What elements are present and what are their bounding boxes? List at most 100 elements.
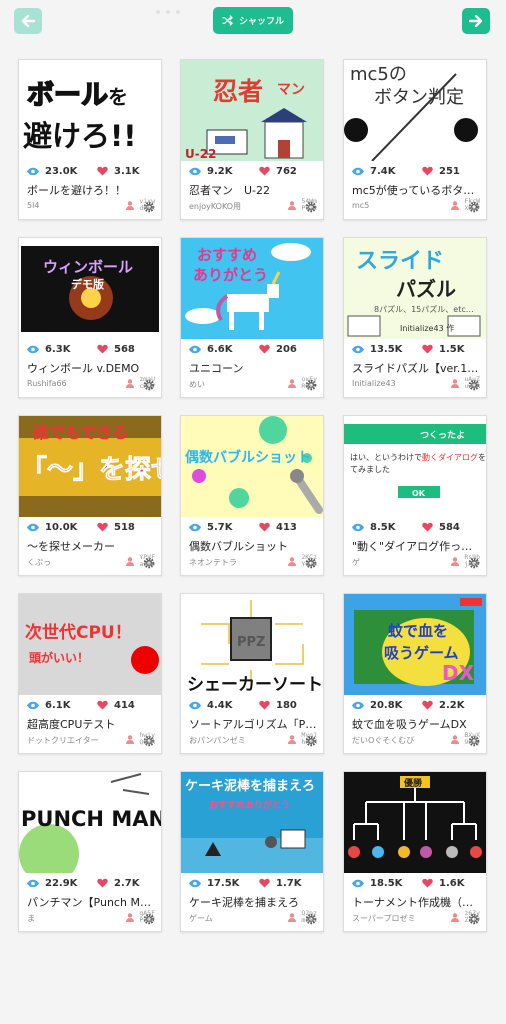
svg-text:シェーカーソート: シェーカーソート [187, 675, 323, 695]
likes-count: 584 [439, 521, 460, 533]
project-card[interactable]: 次世代CPU！ 頭がいい！ 6.1K 414 超高度CPUテスト ドットクリエイタ… [18, 593, 162, 754]
project-card[interactable]: 蚊で血を 吸うゲーム DX 20.8K 2.2K 蚊で血を吸うゲームDX だいOぐ… [343, 593, 487, 754]
next-button[interactable] [462, 8, 490, 34]
project-card[interactable]: おすすめ ありがとう 6.6K 206 ユニコーン めい oxFy RQS- [180, 237, 324, 398]
user-id-line-2: XGw7 [464, 204, 480, 212]
project-thumbnail[interactable]: PUNCH MAN [19, 772, 161, 873]
shuffle-button[interactable]: シャッフル [213, 7, 293, 34]
project-author[interactable]: ネオンテトラ [189, 557, 279, 568]
project-thumbnail[interactable]: 誰でもできる 「〜」を探せ [19, 416, 161, 517]
project-title[interactable]: 超高度CPUテスト [27, 716, 155, 732]
likes-count: 206 [276, 343, 297, 355]
project-stats: 23.0K 3.1K [26, 164, 139, 178]
svg-text:Initialize43 作: Initialize43 作 [400, 323, 454, 333]
user-id: z6Zy Z37Y [451, 910, 480, 924]
project-stats: 6.1K 414 [26, 698, 135, 712]
project-title[interactable]: スライドパズル【ver.1.2】 [352, 360, 480, 376]
project-author[interactable]: めい [189, 379, 279, 390]
user-id: oxFy RQS- [288, 376, 317, 390]
project-title[interactable]: パンチマン【Punch Man】 [27, 894, 155, 910]
project-card[interactable]: スライド パズル 8パズル、15パズル、etc… Initialize43 作 1… [343, 237, 487, 398]
project-thumbnail[interactable]: mc5の ボタン判定 [344, 60, 486, 161]
project-thumbnail[interactable]: つくったよ はい、というわけで動くダイアログを作っ てみました OK [344, 416, 486, 517]
project-card[interactable]: mc5の ボタン判定 7.4K 251 mc5が使っているボタン判定 mc5 F… [343, 59, 487, 220]
project-author[interactable]: くぷっ [27, 557, 117, 568]
project-title[interactable]: ソートアルゴリズム「PPZ」 [189, 716, 317, 732]
project-title[interactable]: トーナメント作成機（β版） [352, 894, 480, 910]
project-author[interactable]: enjoyKOKO用 [189, 201, 279, 212]
svg-text:おすすめ: おすすめ [197, 246, 257, 264]
eye-icon [189, 701, 201, 709]
svg-text:PUNCH MAN: PUNCH MAN [21, 807, 161, 831]
project-author[interactable]: だいOぐそくむび [352, 735, 442, 746]
eye-icon [27, 879, 39, 887]
project-card[interactable]: 偶数バブルショット 5.7K 413 偶数バブルショット ネオンテトラ 2KCz… [180, 415, 324, 576]
project-title[interactable]: ケーキ泥棒を捕まえろ [189, 894, 317, 910]
svg-text:OK: OK [412, 489, 426, 498]
project-thumbnail[interactable]: ボールを 避けろ!! [19, 60, 161, 161]
project-title[interactable]: ウィンボール v.DEMO [27, 360, 155, 376]
project-card[interactable]: つくったよ はい、というわけで動くダイアログを作っ てみました OK 8.5K … [343, 415, 487, 576]
heart-icon [259, 344, 270, 354]
project-card[interactable]: ウィンボール デモ版 6.3K 568 ウィンボール v.DEMO Rushifa… [18, 237, 162, 398]
project-thumbnail[interactable]: 優勝 [344, 772, 486, 873]
project-title[interactable]: ボールを避けろ！！ [27, 182, 155, 198]
project-card[interactable]: 忍者 マン U-22 9.2K 762 忍者マン U-22 enjoyKOKO用 … [180, 59, 324, 220]
project-author[interactable]: 5l4 [27, 201, 117, 210]
project-card[interactable]: ケーキ泥棒を捕まえろ おすすめありがとう 17.5K 1.7K ケーキ泥棒を捕ま… [180, 771, 324, 932]
project-thumbnail[interactable]: 忍者 マン U-22 [181, 60, 323, 161]
thumbnail-art: PPZ シェーカーソート [181, 594, 323, 695]
project-thumbnail[interactable]: 蚊で血を 吸うゲーム DX [344, 594, 486, 695]
project-title[interactable]: mc5が使っているボタン判定 [352, 182, 480, 198]
project-author[interactable]: Rushifa66 [27, 379, 117, 388]
svg-text:U-22: U-22 [185, 147, 216, 161]
svg-text:ウィンボール: ウィンボール [43, 258, 133, 276]
arrow-left-icon [21, 15, 35, 27]
svg-text:マン: マン [277, 82, 305, 98]
project-thumbnail[interactable]: 次世代CPU！ 頭がいい！ [19, 594, 161, 695]
project-thumbnail[interactable]: スライド パズル 8パズル、15パズル、etc… Initialize43 作 [344, 238, 486, 339]
svg-text:8パズル、15パズル、etc…: 8パズル、15パズル、etc… [374, 304, 474, 314]
project-title[interactable]: 忍者マン U-22 [189, 182, 317, 198]
likes-count: 1.5K [439, 343, 465, 355]
back-button[interactable] [14, 8, 42, 34]
project-title[interactable]: 〜を探せメーカー [27, 538, 155, 554]
project-author[interactable]: おパンパンゼミ [189, 735, 279, 746]
user-id-line-2: jX5P [464, 560, 480, 568]
project-author[interactable]: ま [27, 913, 117, 924]
project-author[interactable]: スーパープロゼミ [352, 913, 442, 924]
project-stats: 18.5K 1.6K [351, 876, 464, 890]
user-id: 54Wm PVT2 [288, 198, 317, 212]
project-author[interactable]: Initialize43 [352, 379, 442, 388]
heart-icon [97, 700, 108, 710]
project-author[interactable]: ゲ [352, 557, 442, 568]
project-thumbnail[interactable]: 偶数バブルショット [181, 416, 323, 517]
project-stats: 22.9K 2.7K [26, 876, 139, 890]
project-author[interactable]: mc5 [352, 201, 442, 210]
project-title[interactable]: 偶数バブルショット [189, 538, 317, 554]
project-title[interactable]: ユニコーン [189, 360, 317, 376]
project-card[interactable]: ボールを 避けろ!! 23.0K 3.1K ボールを避けろ！！ 5l4 vixw… [18, 59, 162, 220]
heart-icon [259, 878, 270, 888]
project-card[interactable]: 優勝 18.5K 1.6K トーナメント作成機（β版） スーパープロゼミ z6Z… [343, 771, 487, 932]
user-id: 2KCz Yo76 [288, 554, 317, 568]
user-id-line-2: P2bE [139, 916, 155, 924]
avatar-icon [451, 734, 459, 744]
project-card[interactable]: PPZ シェーカーソート 4.4K 180 ソートアルゴリズム「PPZ」 おパン… [180, 593, 324, 754]
project-thumbnail[interactable]: ウィンボール デモ版 [19, 238, 161, 339]
user-id-line-2: az8p [139, 560, 155, 568]
views-count: 22.9K [45, 877, 78, 889]
project-title[interactable]: "動く"ダイアログ作ったよ [352, 538, 480, 554]
project-thumbnail[interactable]: PPZ シェーカーソート [181, 594, 323, 695]
project-author[interactable]: ゲーム [189, 913, 279, 924]
project-thumbnail[interactable]: おすすめ ありがとう [181, 238, 323, 339]
project-thumbnail[interactable]: ケーキ泥棒を捕まえろ おすすめありがとう [181, 772, 323, 873]
eye-icon [352, 523, 364, 531]
project-title[interactable]: 蚊で血を吸うゲームDX [352, 716, 480, 732]
likes-count: 180 [276, 699, 297, 711]
user-id: Rs9b jX5P [451, 554, 480, 568]
project-author[interactable]: ドットクリエイター [27, 735, 117, 746]
project-card[interactable]: 誰でもできる 「〜」を探せ 10.0K 518 〜を探せメーカー くぷっ YPV… [18, 415, 162, 576]
project-card[interactable]: PUNCH MAN 22.9K 2.7K パンチマン【Punch Man】 ま … [18, 771, 162, 932]
eye-icon [352, 879, 364, 887]
